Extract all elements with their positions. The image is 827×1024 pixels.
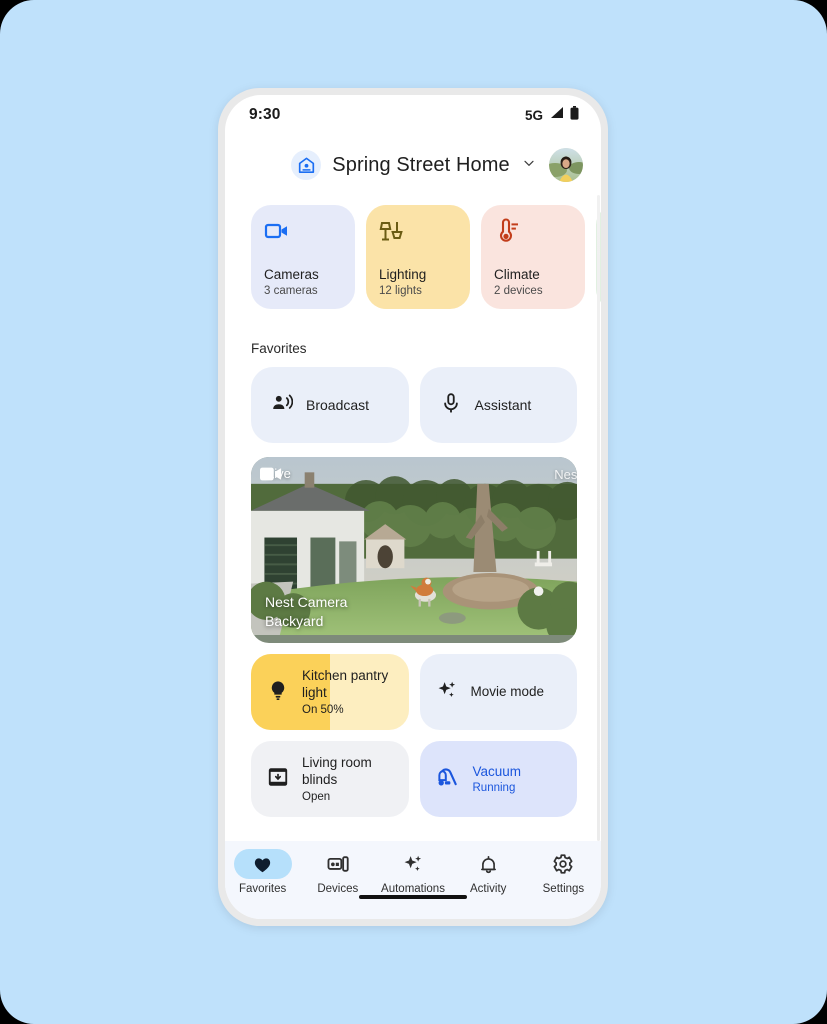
nav-item-devices[interactable]: Devices bbox=[300, 849, 375, 895]
status-bar: 9:30 5G bbox=[225, 95, 601, 135]
nav-item-settings[interactable]: Settings bbox=[526, 849, 601, 895]
bell-icon bbox=[459, 849, 517, 879]
nav-label: Activity bbox=[470, 883, 507, 895]
chevron-down-icon[interactable] bbox=[521, 155, 537, 176]
favorite-chip-broadcast[interactable]: Broadcast bbox=[251, 367, 409, 443]
device-tile-vacuum[interactable]: Vacuum Running bbox=[419, 741, 577, 817]
category-name: Lighting bbox=[379, 267, 427, 283]
device-tile-living-room-blinds[interactable]: Living room blinds Open bbox=[251, 741, 409, 817]
video-camera-icon bbox=[264, 218, 343, 244]
devices-icon bbox=[309, 849, 367, 879]
tile-text: Movie mode bbox=[471, 684, 545, 701]
nav-label: Automations bbox=[381, 883, 445, 895]
tile-device-name: Living room blinds bbox=[302, 755, 372, 787]
phone-frame: 9:30 5G Spring Street Home Cameras 3 cam… bbox=[218, 88, 608, 926]
live-badge: Live bbox=[260, 466, 291, 481]
blinds-icon bbox=[267, 766, 289, 793]
gear-icon bbox=[534, 849, 592, 879]
status-indicators: 5G bbox=[524, 105, 579, 125]
nav-label: Settings bbox=[542, 883, 585, 895]
category-sub: 12 lights bbox=[379, 285, 422, 297]
heart-icon bbox=[233, 849, 292, 879]
vertical-scrollbar[interactable] bbox=[597, 195, 600, 841]
device-tiles-row-1: Kitchen pantry light On 50% Movie mode bbox=[225, 643, 601, 730]
battery-full-icon bbox=[570, 105, 579, 125]
category-sub: 3 cameras bbox=[264, 285, 318, 297]
nav-label: Favorites bbox=[238, 883, 287, 895]
favorites-row: Broadcast Assistant bbox=[225, 367, 601, 443]
status-time: 9:30 bbox=[249, 106, 281, 123]
favorites-section-title: Favorites bbox=[251, 341, 307, 356]
category-name: Climate bbox=[494, 267, 540, 283]
category-sub: 2 devices bbox=[494, 285, 543, 297]
app-header: Spring Street Home bbox=[225, 135, 601, 195]
tile-device-state: Running bbox=[472, 782, 516, 795]
favorite-chip-assistant[interactable]: Assistant bbox=[419, 367, 577, 443]
microphone-icon bbox=[440, 392, 462, 419]
category-carousel[interactable]: Cameras 3 cameras Lighting 12 lights Cli… bbox=[225, 195, 601, 309]
favorite-chip-label: Assistant bbox=[474, 397, 532, 413]
page-title: Spring Street Home bbox=[332, 153, 510, 176]
category-card-climate[interactable]: Climate 2 devices bbox=[481, 205, 585, 309]
tile-device-name: Kitchen pantry light bbox=[302, 668, 389, 700]
tile-text: Kitchen pantry light On 50% bbox=[302, 668, 393, 716]
signal-bars-icon bbox=[549, 106, 564, 124]
broadcast-icon bbox=[271, 392, 294, 419]
nav-item-favorites[interactable]: Favorites bbox=[225, 849, 300, 895]
category-card-lighting[interactable]: Lighting 12 lights bbox=[366, 205, 470, 309]
bottom-navigation: Favorites Devices Automations Activity S… bbox=[225, 841, 601, 919]
tile-device-state: On 50% bbox=[302, 703, 344, 716]
camera-room-name: Backyard bbox=[265, 613, 324, 630]
vacuum-icon bbox=[436, 766, 460, 793]
category-name: Cameras bbox=[264, 267, 319, 283]
tile-text: Living room blinds Open bbox=[302, 755, 393, 803]
nav-label: Devices bbox=[317, 883, 359, 895]
sparkles-icon bbox=[384, 849, 442, 879]
lamp-icon bbox=[379, 218, 458, 244]
tile-device-state: Open bbox=[302, 790, 331, 803]
network-label: 5G bbox=[524, 107, 543, 123]
lightbulb-icon bbox=[267, 679, 289, 706]
home-badge-icon bbox=[291, 150, 322, 180]
home-selector-button[interactable]: Spring Street Home bbox=[291, 150, 536, 180]
avatar[interactable] bbox=[549, 148, 583, 182]
device-tiles-row-2: Living room blinds Open Vacuum Running bbox=[225, 730, 601, 817]
camera-caption: Nest Camera Backyard bbox=[265, 593, 347, 631]
nav-item-activity[interactable]: Activity bbox=[451, 849, 526, 895]
category-card-cameras[interactable]: Cameras 3 cameras bbox=[251, 205, 355, 309]
camera-device-name: Nest Camera bbox=[265, 594, 348, 611]
camera-feed-card[interactable]: Live Nest Nest Camera Backyard bbox=[251, 457, 577, 643]
tile-text: Vacuum Running bbox=[473, 764, 522, 795]
device-tile-movie-mode[interactable]: Movie mode bbox=[419, 654, 577, 730]
sparkles-icon bbox=[436, 679, 458, 706]
phone-screen: 9:30 5G Spring Street Home Cameras 3 cam… bbox=[225, 95, 601, 919]
camera-brand-label: Nest bbox=[554, 467, 577, 482]
device-tile-kitchen-pantry-light[interactable]: Kitchen pantry light On 50% bbox=[251, 654, 409, 730]
tile-device-name: Vacuum bbox=[472, 763, 522, 779]
tile-device-name: Movie mode bbox=[470, 683, 545, 699]
scroll-body: Cameras 3 cameras Lighting 12 lights Cli… bbox=[225, 195, 601, 841]
home-indicator[interactable] bbox=[359, 895, 467, 899]
nav-item-automations[interactable]: Automations bbox=[375, 849, 450, 895]
thermometer-icon bbox=[494, 218, 573, 244]
favorite-chip-label: Broadcast bbox=[306, 397, 370, 413]
